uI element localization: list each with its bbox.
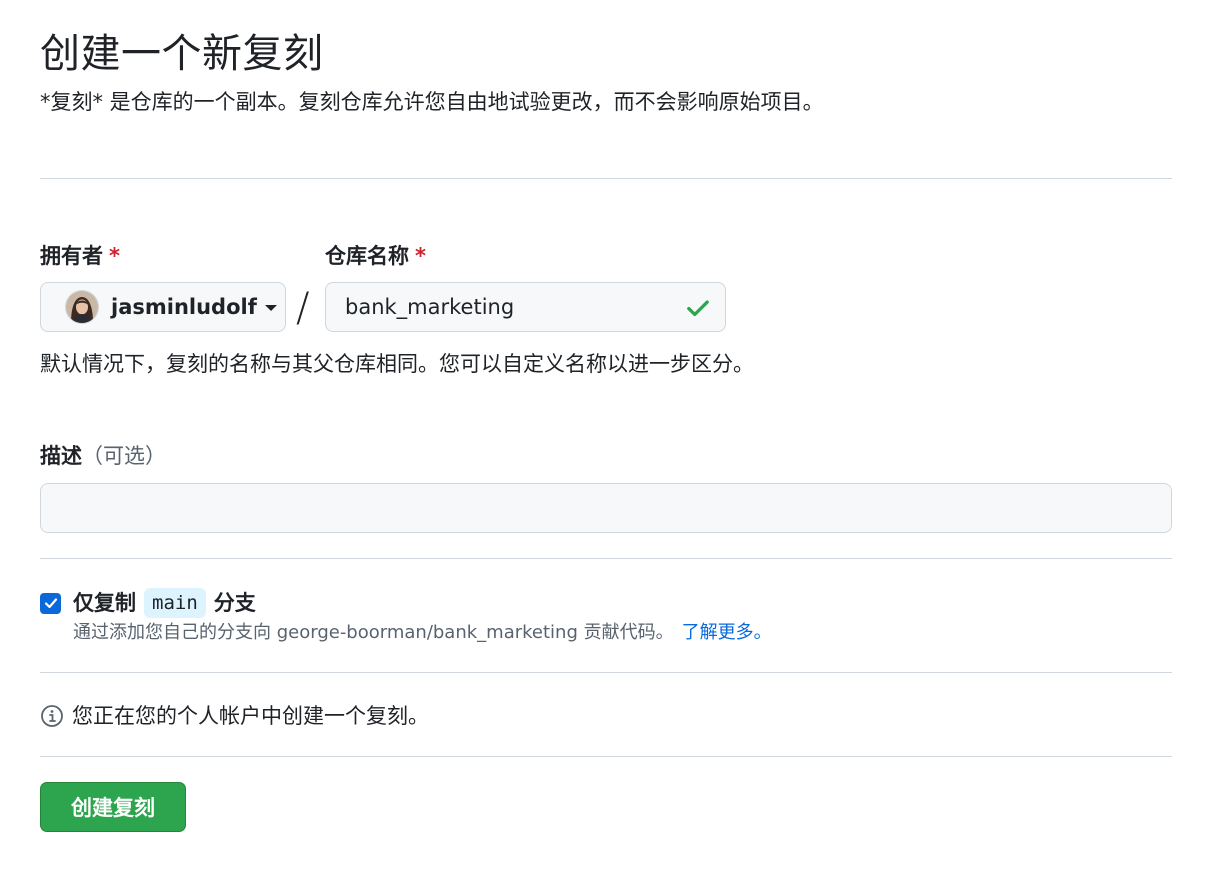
repo-name-label-text: 仓库名称 bbox=[325, 244, 409, 268]
divider bbox=[40, 672, 1172, 673]
copy-branch-label-prefix: 仅复制 bbox=[73, 591, 136, 615]
description-label-text: 描述 bbox=[40, 444, 82, 468]
owner-name: jasminludolf bbox=[111, 295, 257, 319]
copy-branch-hint-text: 通过添加您自己的分支向 george-boorman/bank_marketin… bbox=[73, 622, 674, 643]
account-info-text: 您正在您的个人帐户中创建一个复刻。 bbox=[72, 704, 429, 728]
create-fork-button[interactable]: 创建复刻 bbox=[40, 782, 186, 832]
owner-dropdown[interactable]: jasminludolf bbox=[40, 282, 286, 332]
required-mark: * bbox=[109, 244, 120, 268]
repo-name-label: 仓库名称 * bbox=[325, 242, 426, 270]
owner-repo-separator: / bbox=[296, 285, 310, 331]
repo-name-input[interactable] bbox=[326, 283, 666, 330]
avatar-image bbox=[66, 291, 98, 323]
branch-name: main bbox=[144, 588, 206, 618]
repo-name-field bbox=[325, 282, 726, 332]
learn-more-link[interactable]: 了解更多。 bbox=[682, 622, 772, 643]
copy-branch-hint: 通过添加您自己的分支向 george-boorman/bank_marketin… bbox=[73, 620, 772, 646]
copy-branch-label[interactable]: 仅复制 main 分支 bbox=[73, 588, 256, 618]
owner-label-text: 拥有者 bbox=[40, 244, 103, 268]
divider bbox=[40, 558, 1172, 559]
divider bbox=[40, 756, 1172, 757]
avatar bbox=[65, 290, 99, 324]
page-title: 创建一个新复刻 bbox=[40, 31, 324, 77]
owner-label: 拥有者 * bbox=[40, 242, 120, 270]
optional-tag: （可选） bbox=[82, 444, 166, 468]
chevron-down-icon bbox=[264, 305, 277, 311]
divider bbox=[40, 178, 1172, 179]
repo-name-hint: 默认情况下，复刻的名称与其父仓库相同。您可以自定义名称以进一步区分。 bbox=[40, 352, 754, 376]
info-icon bbox=[41, 705, 63, 727]
description-label: 描述（可选） bbox=[40, 442, 166, 470]
copy-branch-label-suffix: 分支 bbox=[213, 591, 256, 615]
copy-branch-option: 仅复制 main 分支 bbox=[40, 588, 256, 618]
checkmark-icon bbox=[44, 598, 57, 609]
check-icon bbox=[687, 300, 709, 317]
copy-branch-checkbox[interactable] bbox=[40, 592, 61, 614]
description-input[interactable] bbox=[40, 483, 1172, 533]
required-mark: * bbox=[415, 244, 426, 268]
account-info: 您正在您的个人帐户中创建一个复刻。 bbox=[40, 702, 429, 730]
page-subtitle: *复刻* 是仓库的一个副本。复刻仓库允许您自由地试验更改，而不会影响原始项目。 bbox=[40, 90, 824, 114]
